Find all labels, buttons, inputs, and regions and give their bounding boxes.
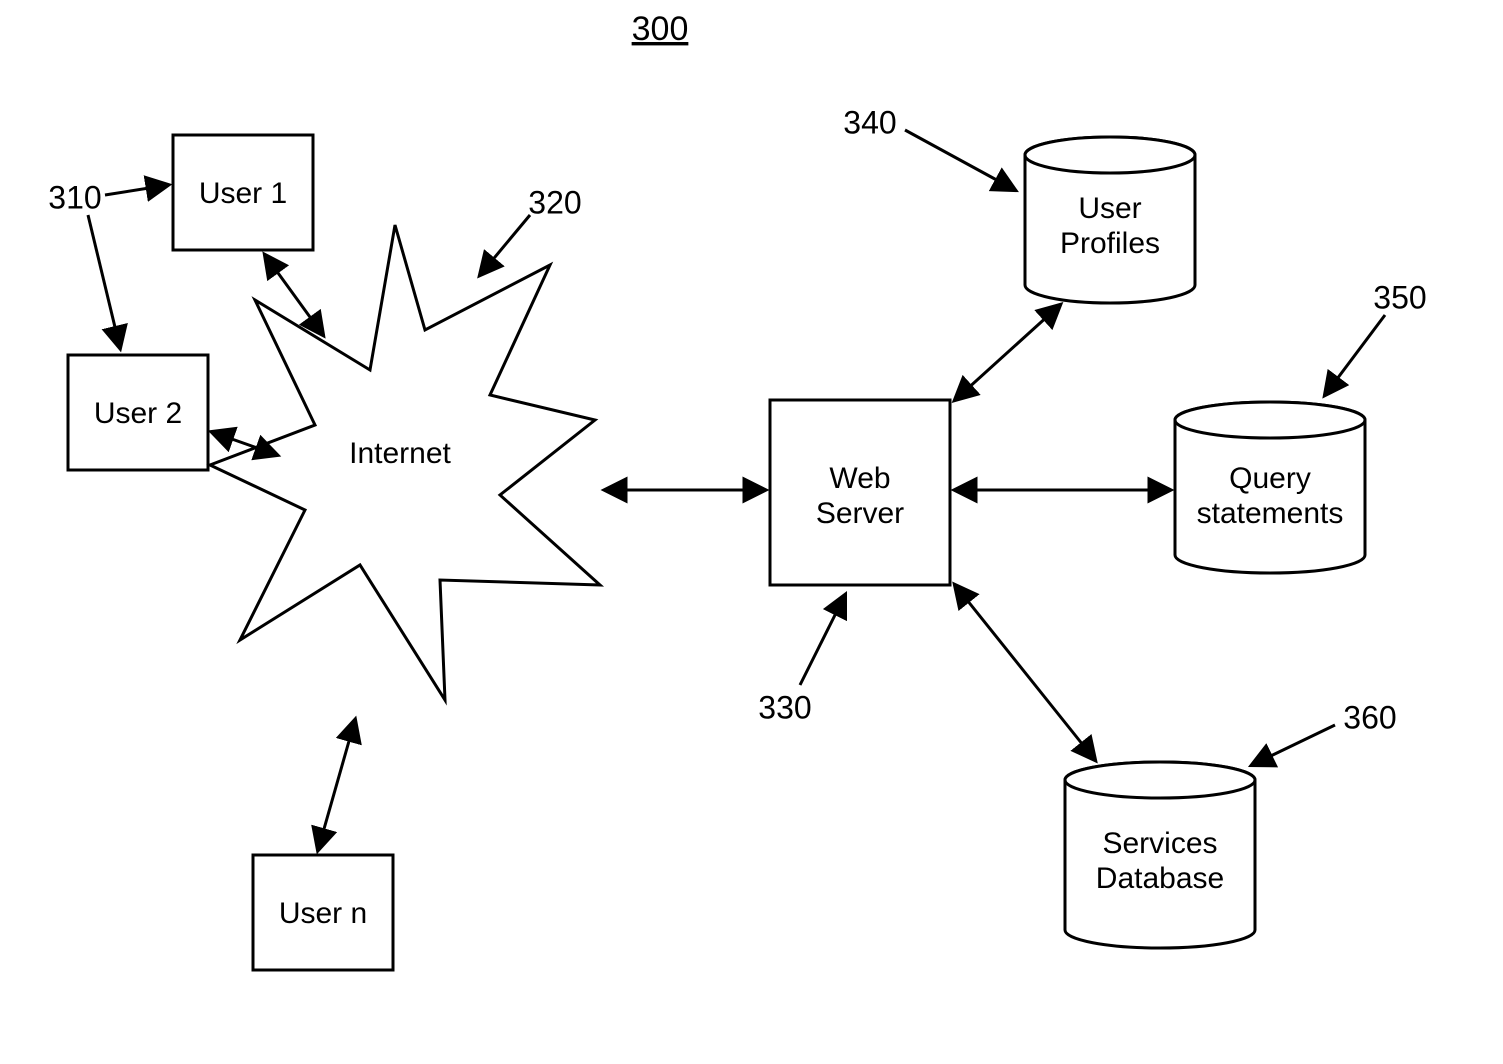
- user1-label: User 1: [199, 177, 287, 210]
- web-label-1: Web: [829, 462, 890, 495]
- ref-350: 350: [1373, 279, 1426, 315]
- web-server-node: Web Server: [770, 400, 950, 585]
- internet-node: Internet: [210, 225, 600, 700]
- profiles-label-2: Profiles: [1060, 227, 1160, 260]
- services-label-2: Database: [1096, 862, 1224, 895]
- link-web-services: [955, 585, 1095, 760]
- ref-310: 310: [48, 179, 101, 215]
- usern-node: User n: [253, 855, 393, 970]
- usern-label: User n: [279, 897, 367, 930]
- services-db: Services Database: [1065, 762, 1255, 948]
- link-web-profiles: [955, 305, 1060, 400]
- user2-node: User 2: [68, 355, 208, 470]
- user2-label: User 2: [94, 397, 182, 430]
- diagram-title: 300: [632, 10, 689, 48]
- ref-arrow-360: [1252, 725, 1335, 765]
- query-label-2: statements: [1197, 497, 1344, 530]
- query-statements-db: Query statements: [1175, 402, 1365, 573]
- ref-arrow-330: [800, 595, 845, 685]
- ref-340: 340: [843, 104, 896, 140]
- link-usern-internet: [318, 720, 355, 850]
- ref-320: 320: [528, 184, 581, 220]
- ref-arrow-310-user1: [105, 185, 168, 195]
- services-label-1: Services: [1102, 827, 1217, 860]
- ref-arrow-340: [905, 130, 1015, 190]
- web-label-2: Server: [816, 497, 904, 530]
- ref-arrow-320: [480, 215, 530, 275]
- profiles-label-1: User: [1078, 192, 1141, 225]
- internet-label: Internet: [349, 437, 451, 470]
- ref-arrow-310-user2: [88, 215, 120, 348]
- user-profiles-db: User Profiles: [1025, 137, 1195, 303]
- ref-360: 360: [1343, 699, 1396, 735]
- user1-node: User 1: [173, 135, 313, 250]
- query-label-1: Query: [1229, 462, 1311, 495]
- system-architecture-diagram: 300 User 1 User 2 User n Internet Web Se…: [0, 0, 1503, 1064]
- ref-arrow-350: [1325, 315, 1385, 395]
- ref-330: 330: [758, 689, 811, 725]
